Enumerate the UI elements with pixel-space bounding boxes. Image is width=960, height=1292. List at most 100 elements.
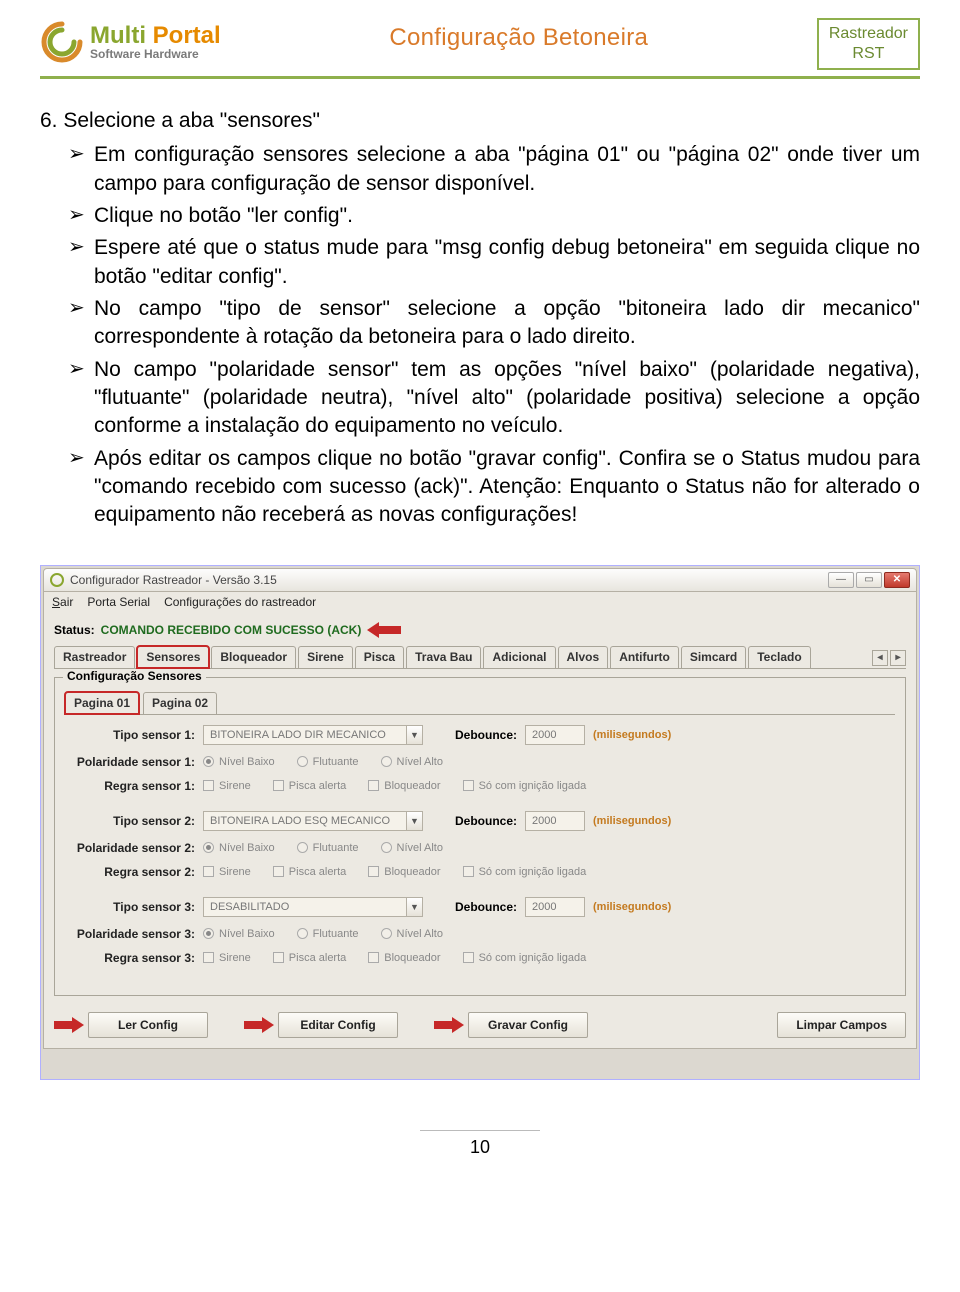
status-value: COMANDO RECEBIDO COM SUCESSO (ACK) (101, 623, 362, 637)
chevron-down-icon: ▼ (406, 898, 422, 916)
chevron-down-icon: ▼ (406, 812, 422, 830)
tab-scroll-left[interactable]: ◂ (872, 650, 888, 666)
page-number: 10 (420, 1130, 540, 1158)
close-button[interactable]: ✕ (884, 572, 910, 588)
radio-nivel-alto-1[interactable]: Nível Alto (381, 756, 443, 768)
tab-pisca[interactable]: Pisca (355, 646, 404, 668)
input-debounce-3[interactable]: 2000 (525, 897, 585, 917)
radio-nivel-baixo-1[interactable]: Nível Baixo (203, 756, 275, 768)
chk-bloqueador-2[interactable]: Bloqueador (368, 866, 440, 878)
chk-ignicao-3[interactable]: Só com ignição ligada (463, 952, 587, 964)
instruction-item: Em configuração sensores selecione a aba… (68, 141, 920, 198)
radio-flutuante-1[interactable]: Flutuante (297, 756, 359, 768)
tab-sensores[interactable]: Sensores (137, 646, 209, 668)
minimize-button[interactable]: — (828, 572, 854, 588)
tab-teclado[interactable]: Teclado (748, 646, 810, 668)
subtab-pagina-01[interactable]: Pagina 01 (65, 692, 139, 714)
instruction-item: Clique no botão "ler config". (68, 202, 920, 230)
menu-config-rastreador[interactable]: Configurações do rastreador (164, 595, 316, 609)
tab-sirene[interactable]: Sirene (298, 646, 353, 668)
sub-tabs: Pagina 01 Pagina 02 (65, 692, 895, 715)
status-label: Status: (54, 623, 95, 637)
ler-config-button[interactable]: Ler Config (88, 1012, 208, 1038)
tab-bloqueador[interactable]: Bloqueador (211, 646, 296, 668)
unit-ms-1: (milisegundos) (593, 729, 671, 741)
window-title: Configurador Rastreador - Versão 3.15 (70, 573, 822, 587)
maximize-button[interactable]: ▭ (856, 572, 882, 588)
section-heading: 6. Selecione a aba "sensores" (40, 107, 920, 135)
arrow-right-icon (244, 1017, 274, 1033)
groupbox-config-sensores: Configuração Sensores Pagina 01 Pagina 0… (54, 677, 906, 996)
logo-text-a: Multi (90, 22, 146, 49)
tab-scroll-right[interactable]: ▸ (890, 650, 906, 666)
combo-tipo-sensor-1[interactable]: BITONEIRA LADO DIR MECANICO ▼ (203, 725, 423, 745)
chk-bloqueador-3[interactable]: Bloqueador (368, 952, 440, 964)
chk-bloqueador-1[interactable]: Bloqueador (368, 780, 440, 792)
radio-nivel-baixo-2[interactable]: Nível Baixo (203, 842, 275, 854)
button-row: Ler Config Editar Config Gravar Config L… (54, 1012, 906, 1038)
label-polaridade-2: Polaridade sensor 2: (65, 841, 195, 855)
unit-ms-3: (milisegundos) (593, 901, 671, 913)
tab-trava-bau[interactable]: Trava Bau (406, 646, 481, 668)
arrow-right-icon (54, 1017, 84, 1033)
input-debounce-1[interactable]: 2000 (525, 725, 585, 745)
instruction-item: Após editar os campos clique no botão "g… (68, 445, 920, 530)
menu-sair[interactable]: Sair (52, 595, 73, 609)
chk-pisca-2[interactable]: Pisca alerta (273, 866, 346, 878)
window-titlebar: Configurador Rastreador - Versão 3.15 — … (43, 568, 917, 592)
radio-flutuante-3[interactable]: Flutuante (297, 928, 359, 940)
badge-line2: RST (829, 44, 908, 64)
tab-simcard[interactable]: Simcard (681, 646, 746, 668)
chk-ignicao-2[interactable]: Só com ignição ligada (463, 866, 587, 878)
logo-subtitle: Software Hardware (90, 48, 221, 60)
instruction-item: Espere até que o status mude para "msg c… (68, 234, 920, 291)
chk-sirene-2[interactable]: Sirene (203, 866, 251, 878)
gravar-config-button[interactable]: Gravar Config (468, 1012, 588, 1038)
main-tabs: Rastreador Sensores Bloqueador Sirene Pi… (54, 646, 906, 669)
radio-nivel-alto-3[interactable]: Nível Alto (381, 928, 443, 940)
chk-pisca-1[interactable]: Pisca alerta (273, 780, 346, 792)
app-screenshot: Configurador Rastreador - Versão 3.15 — … (40, 565, 920, 1080)
combo-tipo-sensor-3[interactable]: DESABILITADO ▼ (203, 897, 423, 917)
editar-config-button[interactable]: Editar Config (278, 1012, 398, 1038)
arrow-right-icon (434, 1017, 464, 1033)
radio-nivel-baixo-3[interactable]: Nível Baixo (203, 928, 275, 940)
chk-ignicao-1[interactable]: Só com ignição ligada (463, 780, 587, 792)
chk-sirene-3[interactable]: Sirene (203, 952, 251, 964)
radio-nivel-alto-2[interactable]: Nível Alto (381, 842, 443, 854)
chevron-down-icon: ▼ (406, 726, 422, 744)
menu-porta-serial[interactable]: Porta Serial (87, 595, 150, 609)
label-debounce-3: Debounce: (455, 900, 517, 914)
label-regra-1: Regra sensor 1: (65, 779, 195, 793)
header-divider (40, 76, 920, 79)
instruction-list: Em configuração sensores selecione a aba… (40, 141, 920, 529)
limpar-campos-button[interactable]: Limpar Campos (777, 1012, 906, 1038)
arrow-left-icon (367, 622, 401, 638)
label-tipo-sensor-3: Tipo sensor 3: (65, 900, 195, 914)
product-badge: Rastreador RST (817, 18, 920, 70)
document-title: Configuração Betoneira (231, 24, 807, 52)
tab-antifurto[interactable]: Antifurto (610, 646, 679, 668)
sensor-block-2: Tipo sensor 2: BITONEIRA LADO ESQ MECANI… (65, 811, 895, 879)
label-tipo-sensor-2: Tipo sensor 2: (65, 814, 195, 828)
instruction-item: No campo "tipo de sensor" selecione a op… (68, 295, 920, 352)
input-debounce-2[interactable]: 2000 (525, 811, 585, 831)
logo-text-b: Portal (146, 22, 221, 49)
logo-swirl-icon (40, 20, 84, 64)
tab-adicional[interactable]: Adicional (483, 646, 555, 668)
sensor-block-3: Tipo sensor 3: DESABILITADO ▼ Debounce: … (65, 897, 895, 965)
tab-rastreador[interactable]: Rastreador (54, 646, 135, 668)
label-debounce-2: Debounce: (455, 814, 517, 828)
logo: Multi Portal Software Hardware (40, 20, 221, 64)
radio-flutuante-2[interactable]: Flutuante (297, 842, 359, 854)
instruction-item: No campo "polaridade sensor" tem as opçõ… (68, 356, 920, 441)
label-regra-2: Regra sensor 2: (65, 865, 195, 879)
label-debounce-1: Debounce: (455, 728, 517, 742)
combo-tipo-sensor-2[interactable]: BITONEIRA LADO ESQ MECANICO ▼ (203, 811, 423, 831)
app-icon (50, 573, 64, 587)
tab-alvos[interactable]: Alvos (558, 646, 609, 668)
subtab-pagina-02[interactable]: Pagina 02 (143, 692, 217, 714)
menubar: Sair Porta Serial Configurações do rastr… (43, 592, 917, 612)
chk-sirene-1[interactable]: Sirene (203, 780, 251, 792)
chk-pisca-3[interactable]: Pisca alerta (273, 952, 346, 964)
